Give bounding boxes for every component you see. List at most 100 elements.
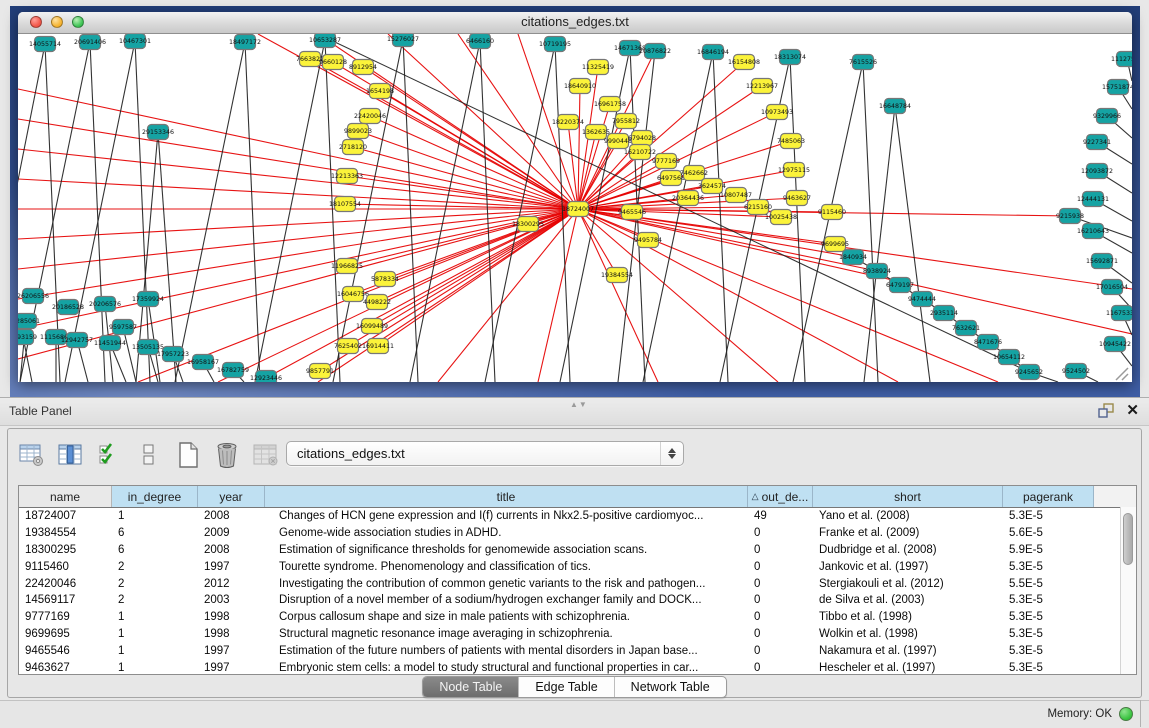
network-node[interactable]: 16210643: [1077, 224, 1109, 239]
network-node[interactable]: 12093872: [1081, 164, 1113, 179]
network-node[interactable]: 7615526: [849, 55, 877, 70]
network-node[interactable]: 9699695: [821, 237, 849, 252]
network-node[interactable]: 18640910: [564, 79, 596, 94]
table-row[interactable]: 977716911998Corpus callosum shape and si…: [19, 609, 1136, 626]
network-node[interactable]: 10719195: [539, 37, 571, 52]
network-node[interactable]: 6794028: [628, 131, 656, 146]
select-columns-icon[interactable]: [96, 441, 124, 469]
network-view[interactable]: 14055714 20691406 10467301 18497172 10653287…: [18, 34, 1132, 382]
network-node[interactable]: 16846194: [697, 45, 729, 60]
network-node[interactable]: 6466160: [466, 34, 494, 49]
network-node[interactable]: 15751874: [1102, 80, 1132, 95]
new-file-icon[interactable]: [174, 441, 202, 469]
network-node[interactable]: 20206576: [89, 297, 121, 312]
column-header-title[interactable]: title: [265, 486, 748, 507]
table-selector-dropdown[interactable]: citations_edges.txt: [286, 441, 684, 466]
tab-edge-table[interactable]: Edge Table: [519, 677, 614, 697]
network-node[interactable]: 16648784: [879, 99, 911, 114]
panel-splitter-handle[interactable]: ▲▼: [570, 400, 588, 409]
tab-node-table[interactable]: Node Table: [423, 677, 519, 697]
network-node[interactable]: 2718120: [339, 140, 367, 155]
network-node[interactable]: 10653287: [309, 34, 341, 48]
network-node[interactable]: 16958167: [187, 355, 219, 370]
network-node[interactable]: 14055714: [29, 37, 61, 52]
network-node[interactable]: 7485063: [777, 134, 805, 149]
network-node[interactable]: 7625402: [334, 339, 362, 354]
delete-icon[interactable]: [213, 441, 241, 469]
network-node[interactable]: 1654198: [366, 84, 394, 99]
network-node[interactable]: 10945422: [1099, 337, 1131, 352]
network-node[interactable]: 9285061: [18, 314, 40, 329]
network-node[interactable]: 2935114: [930, 306, 958, 321]
network-node[interactable]: 9245652: [1015, 365, 1043, 380]
network-node[interactable]: 1393159: [18, 330, 37, 345]
network-node[interactable]: 12213363: [331, 169, 363, 184]
table-row[interactable]: 946554611997Estimation of the future num…: [19, 642, 1136, 659]
table-scrollbar[interactable]: [1120, 507, 1136, 674]
network-node[interactable]: 5878334: [371, 272, 399, 287]
column-header-out_de[interactable]: △out_de...: [748, 486, 813, 507]
network-node[interactable]: 7632621: [952, 321, 980, 336]
column-header-short[interactable]: short: [813, 486, 1003, 507]
network-node[interactable]: 18313074: [774, 50, 806, 65]
network-node[interactable]: 9495784: [634, 233, 662, 248]
network-node[interactable]: 17359924: [132, 292, 164, 307]
network-node[interactable]: 6215160: [744, 200, 772, 215]
network-node[interactable]: 9660128: [319, 55, 347, 70]
column-header-name[interactable]: name: [19, 486, 112, 507]
network-node[interactable]: 11325419: [582, 60, 614, 75]
network-node[interactable]: 8471676: [974, 335, 1002, 350]
network-window-titlebar[interactable]: citations_edges.txt: [18, 12, 1132, 34]
network-node[interactable]: 9463627: [783, 191, 811, 206]
network-node[interactable]: 9857791: [306, 364, 334, 379]
network-node[interactable]: 29153346: [142, 125, 174, 140]
table-row[interactable]: 2242004622012Investigating the contribut…: [19, 575, 1136, 592]
network-node[interactable]: 20691406: [74, 35, 106, 50]
network-node[interactable]: 9329966: [1093, 109, 1121, 124]
close-panel-icon[interactable]: ✕: [1126, 403, 1139, 418]
network-node[interactable]: 9474444: [908, 292, 936, 307]
network-node[interactable]: 10467301: [119, 34, 151, 49]
row-mode-icon[interactable]: [135, 441, 163, 469]
column-display-icon[interactable]: [57, 441, 85, 469]
table-row[interactable]: 911546021997Tourette syndrome. Phenomeno…: [19, 558, 1136, 575]
table-row[interactable]: 1830029562008Estimation of significance …: [19, 542, 1136, 559]
resize-grip-icon[interactable]: [1116, 368, 1128, 380]
network-node[interactable]: 9227341: [1083, 135, 1111, 150]
network-node[interactable]: 16154808: [728, 55, 760, 70]
network-node[interactable]: 17016504: [1096, 280, 1128, 295]
network-node[interactable]: 10654112: [993, 350, 1025, 365]
scrollbar-thumb[interactable]: [1123, 513, 1133, 565]
network-node[interactable]: 7955812: [612, 114, 640, 129]
float-window-icon[interactable]: [1098, 403, 1114, 418]
network-node[interactable]: 9465546: [618, 205, 646, 220]
column-header-in_degree[interactable]: in_degree: [112, 486, 198, 507]
network-node[interactable]: 9524502: [1062, 364, 1090, 379]
network-node[interactable]: 26206556: [18, 289, 49, 304]
network-node[interactable]: 9777169: [652, 154, 680, 169]
table-row[interactable]: 1872400712008Changes of HCN gene express…: [19, 508, 1136, 525]
network-node[interactable]: 15276027: [387, 34, 419, 47]
network-node[interactable]: 11127533: [1111, 52, 1132, 67]
table-settings-icon[interactable]: [18, 441, 46, 469]
network-node[interactable]: 15692871: [1086, 254, 1118, 269]
network-canvas[interactable]: 14055714 20691406 10467301 18497172 10653287…: [18, 34, 1132, 382]
network-node[interactable]: 9597587: [109, 320, 137, 335]
column-header-year[interactable]: year: [198, 486, 265, 507]
network-node[interactable]: 4498222: [363, 295, 391, 310]
network-node[interactable]: 9215938: [1056, 209, 1084, 224]
network-node[interactable]: 8938924: [863, 264, 891, 279]
network-node[interactable]: 11675334: [1106, 306, 1132, 321]
network-node[interactable]: 9899023: [344, 124, 372, 139]
network-node[interactable]: 16914411: [362, 339, 394, 354]
network-node[interactable]: 8912954: [349, 60, 377, 75]
table-row[interactable]: 969969511998Structural magnetic resonanc…: [19, 626, 1136, 643]
table-row[interactable]: 1456911722003Disruption of a novel membe…: [19, 592, 1136, 609]
table-row[interactable]: 946362711997Embryonic stem cells: a mode…: [19, 659, 1136, 675]
tab-network-table[interactable]: Network Table: [615, 677, 726, 697]
network-node[interactable]: 16961758: [594, 97, 626, 112]
table-row[interactable]: 1938455462009Genome-wide association stu…: [19, 525, 1136, 542]
network-node[interactable]: 9115460: [818, 205, 846, 220]
column-header-pagerank[interactable]: pagerank: [1003, 486, 1094, 507]
network-node[interactable]: 18497172: [229, 35, 261, 50]
